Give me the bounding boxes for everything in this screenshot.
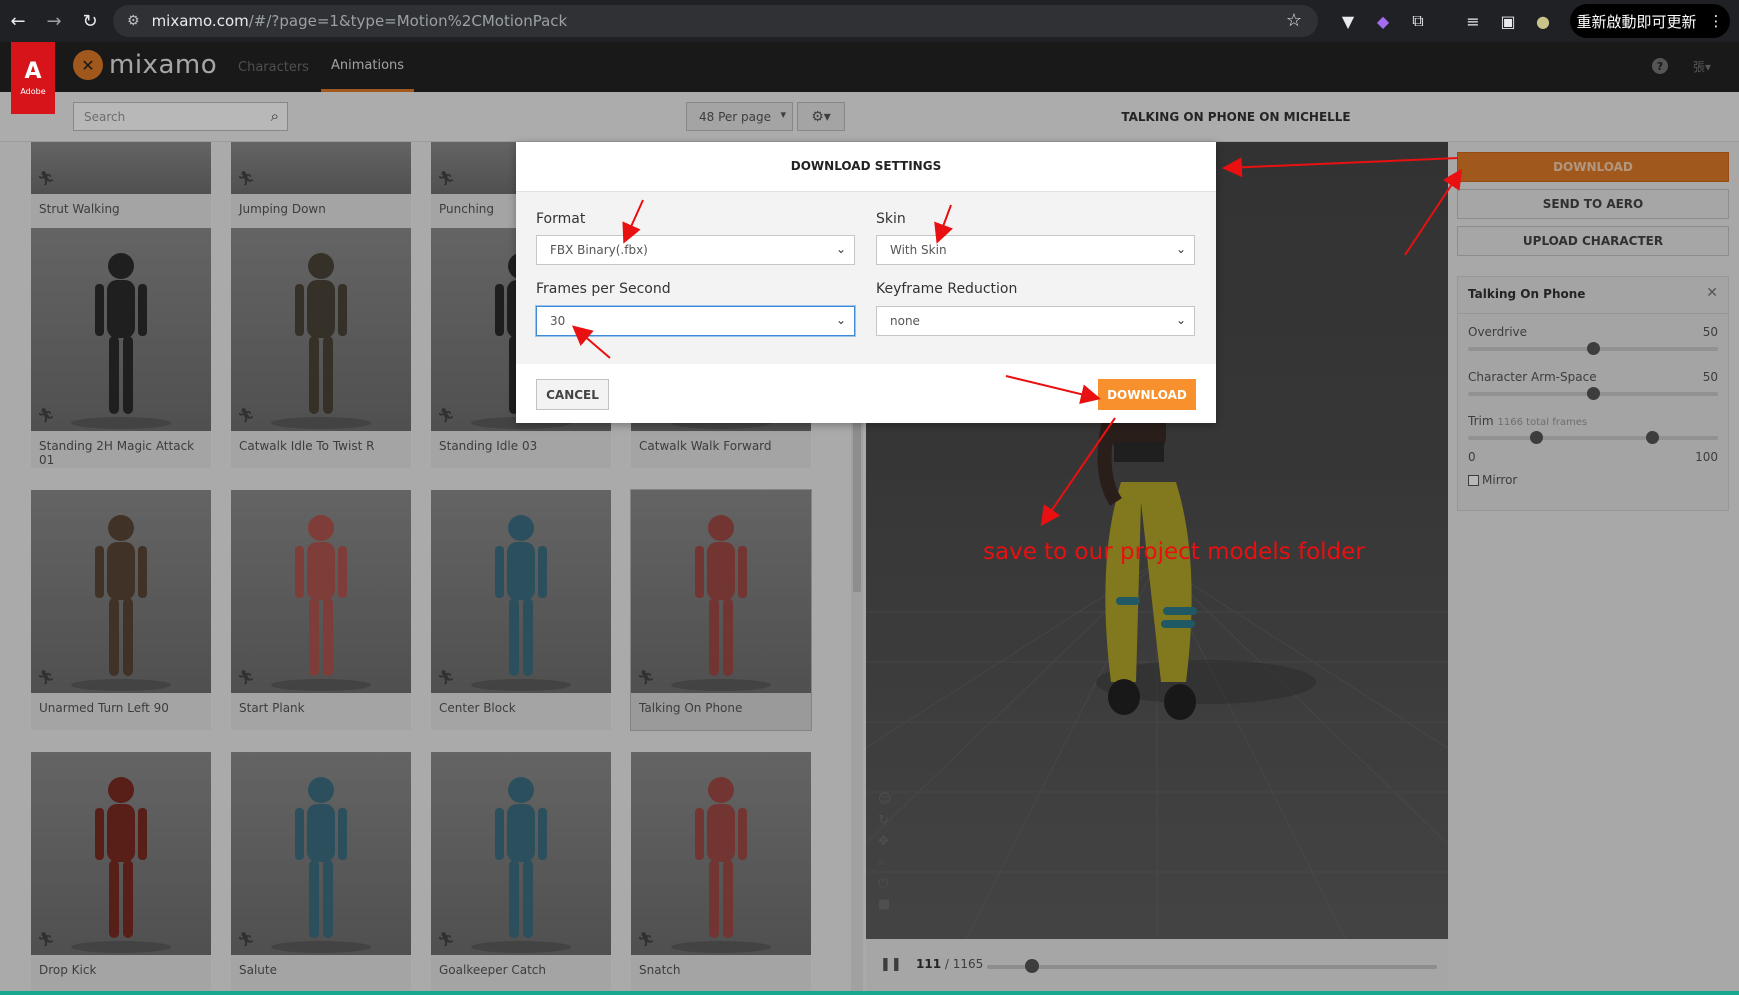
skin-value: With Skin — [890, 243, 947, 257]
adobe-label: Adobe — [20, 86, 46, 96]
cancel-button[interactable]: CANCEL — [536, 379, 609, 410]
forward-icon[interactable]: → — [36, 0, 72, 42]
back-icon[interactable]: ← — [0, 0, 36, 42]
chevron-down-icon: ⌄ — [1175, 242, 1186, 256]
bottom-strip — [0, 991, 1739, 995]
annotation-text: save to our project models folder — [983, 539, 1365, 565]
profile-avatar-icon[interactable]: ● — [1531, 9, 1555, 33]
adobe-a-icon: A — [24, 58, 42, 84]
chevron-down-icon: ⌄ — [1175, 313, 1186, 327]
update-button[interactable]: 重新啟動即可更新 ⋮ — [1570, 4, 1730, 38]
skin-select[interactable]: With Skin ⌄ — [876, 235, 1195, 265]
fps-label: Frames per Second — [536, 281, 671, 297]
bookmark-star-icon[interactable]: ☆ — [1286, 10, 1302, 31]
dialog-title: DOWNLOAD SETTINGS — [516, 142, 1216, 192]
extensions-puzzle-icon[interactable]: ⧉ — [1406, 9, 1430, 33]
extension-v-icon[interactable]: ▼ — [1336, 9, 1360, 33]
chevron-down-icon: ⌄ — [835, 313, 846, 327]
skin-label: Skin — [876, 211, 906, 227]
address-bar[interactable]: ⚙ mixamo.com/#/?page=1&type=Motion%2CMot… — [113, 5, 1318, 37]
media-queue-icon[interactable]: ≡ — [1461, 9, 1485, 33]
modal-backdrop-header[interactable] — [0, 42, 1739, 92]
browser-bar: ← → ↻ ⚙ mixamo.com/#/?page=1&type=Motion… — [0, 0, 1739, 42]
keyframe-select[interactable]: none ⌄ — [876, 306, 1195, 336]
keyframe-value: none — [890, 314, 920, 328]
reload-icon[interactable]: ↻ — [72, 0, 108, 42]
dialog-body: Format FBX Binary(.fbx) ⌄ Skin With Skin… — [516, 192, 1216, 364]
dialog-footer: CANCEL DOWNLOAD — [516, 364, 1216, 423]
update-label: 重新啟動即可更新 — [1576, 12, 1697, 31]
side-panel-icon[interactable]: ▣ — [1496, 9, 1520, 33]
more-menu-icon[interactable]: ⋮ — [1709, 12, 1724, 30]
extension-shield-icon[interactable]: ◆ — [1371, 9, 1395, 33]
download-settings-dialog: DOWNLOAD SETTINGS Format FBX Binary(.fbx… — [516, 142, 1216, 423]
adobe-logo[interactable]: A Adobe — [11, 42, 55, 114]
fps-select[interactable]: 30 ⌄ — [536, 306, 855, 336]
fps-value: 30 — [550, 314, 566, 328]
url-host: mixamo.com — [151, 12, 249, 30]
modal-download-button[interactable]: DOWNLOAD — [1098, 379, 1196, 410]
site-settings-icon[interactable]: ⚙ — [127, 13, 140, 29]
format-value: FBX Binary(.fbx) — [550, 243, 648, 257]
format-select[interactable]: FBX Binary(.fbx) ⌄ — [536, 235, 855, 265]
url-path: /#/?page=1&type=Motion%2CMotionPack — [248, 12, 568, 30]
format-label: Format — [536, 211, 586, 227]
keyframe-label: Keyframe Reduction — [876, 281, 1018, 297]
chevron-down-icon: ⌄ — [835, 242, 846, 256]
